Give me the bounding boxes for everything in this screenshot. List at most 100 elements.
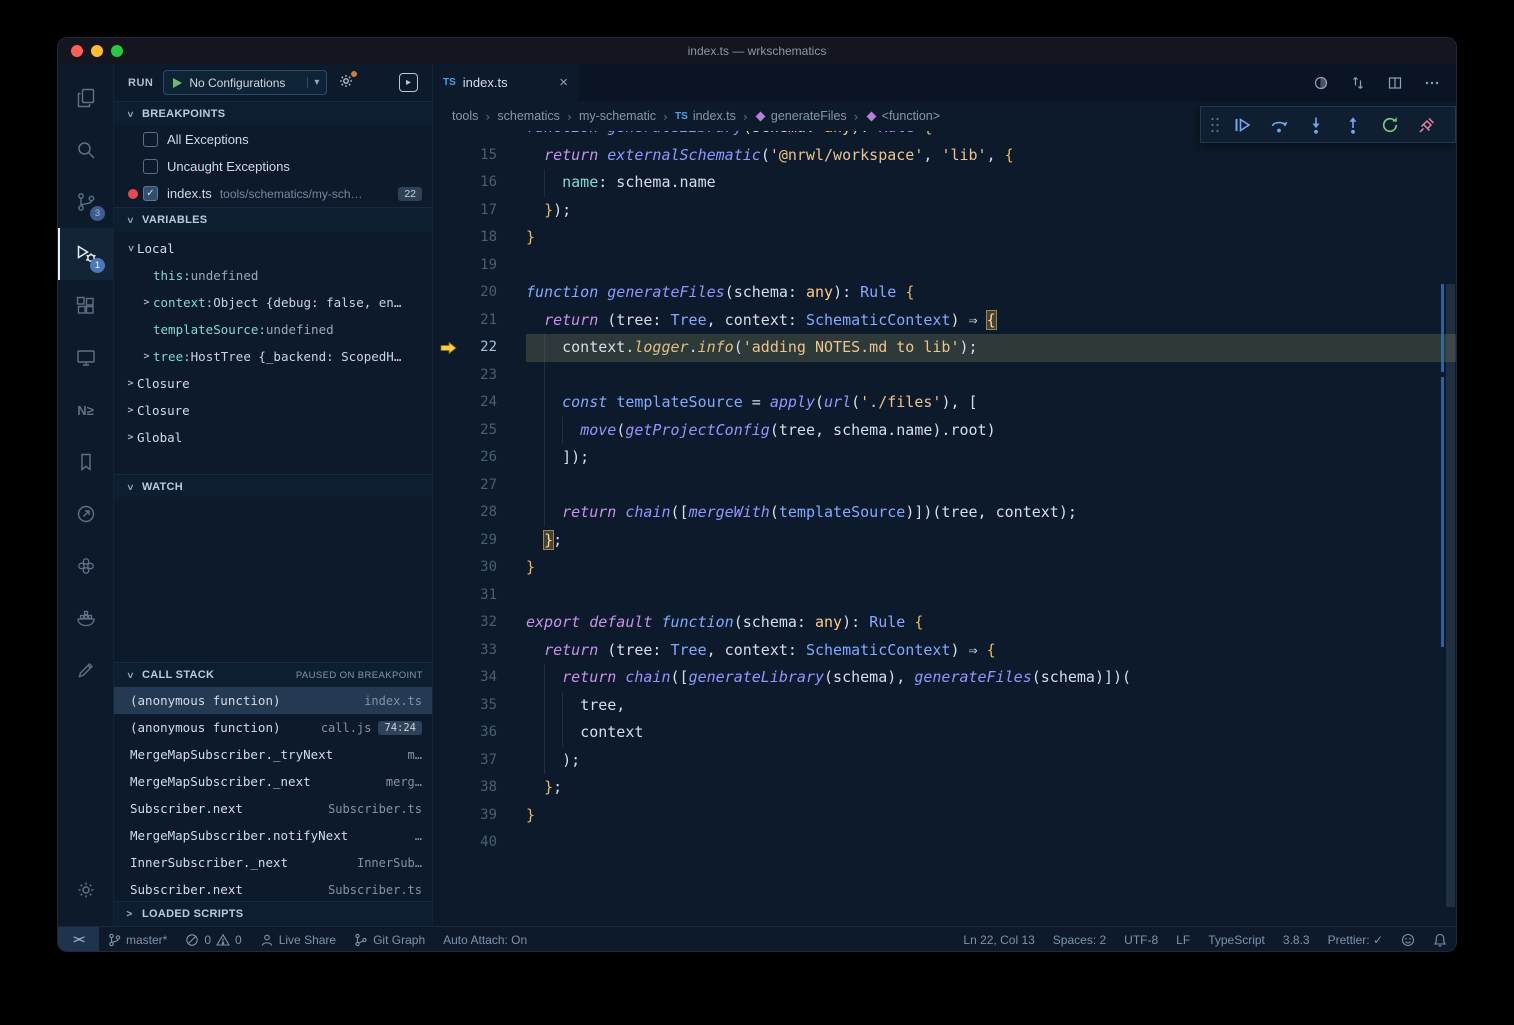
eol-item[interactable]: LF [1167, 927, 1199, 952]
variable-row[interactable]: >templateSource: undefined [114, 316, 432, 343]
debug-console-icon[interactable]: ▸ [399, 73, 418, 92]
call-stack-frame[interactable]: Subscriber.nextSubscriber.ts [114, 876, 432, 903]
problems-item[interactable]: 0 0 [176, 927, 250, 952]
breadcrumb-item[interactable]: schematics [497, 109, 560, 123]
variable-row[interactable]: >tree: HostTree {_backend: ScopedH… [114, 343, 432, 370]
scrollbar-slider[interactable] [1446, 284, 1455, 907]
activity-source-control[interactable]: 3 [58, 176, 113, 228]
code-line[interactable]: 35 tree, [433, 692, 1456, 720]
variable-row[interactable]: >Closure [114, 397, 432, 424]
open-changes-icon[interactable] [1313, 75, 1329, 91]
drag-handle-icon[interactable] [1207, 115, 1223, 135]
language-mode-item[interactable]: TypeScript [1199, 927, 1274, 952]
activity-snippets[interactable] [58, 644, 113, 696]
continue-button[interactable] [1223, 110, 1260, 140]
code-line[interactable]: 38 }; [433, 774, 1456, 802]
ts-version-item[interactable]: 3.8.3 [1274, 927, 1319, 952]
breakpoint-checkbox[interactable] [143, 132, 158, 147]
feedback-item[interactable] [1392, 927, 1424, 952]
call-stack-frame[interactable]: InnerSubscriber._nextInnerSub… [114, 849, 432, 876]
notifications-item[interactable] [1424, 927, 1456, 952]
activity-search[interactable] [58, 124, 113, 176]
activity-settings[interactable] [58, 864, 113, 916]
remote-indicator[interactable]: >< [58, 927, 99, 952]
code-editor[interactable]: 14function generateLibrary(schema: any):… [433, 131, 1456, 926]
variable-row[interactable]: >context: Object {debug: false, en… [114, 289, 432, 316]
more-actions-icon[interactable] [1424, 75, 1440, 91]
code-line[interactable]: 37 ); [433, 747, 1456, 775]
title-bar[interactable]: index.ts — wrkschematics [58, 38, 1456, 64]
breakpoint-item[interactable]: Uncaught Exceptions [114, 153, 432, 180]
code-line[interactable]: 31 [433, 582, 1456, 610]
code-line[interactable]: 20function generateFiles(schema: any): R… [433, 279, 1456, 307]
variable-row[interactable]: >Global [114, 424, 432, 451]
breakpoint-item[interactable]: All Exceptions [114, 126, 432, 153]
step-over-button[interactable] [1260, 110, 1297, 140]
split-editor-icon[interactable] [1387, 75, 1403, 91]
call-stack-frame[interactable]: MergeMapSubscriber.notifyNext… [114, 822, 432, 849]
live-share-item[interactable]: Live Share [251, 927, 345, 952]
code-line[interactable]: 16 name: schema.name [433, 169, 1456, 197]
activity-run-debug[interactable]: 1 [58, 228, 113, 280]
code-line[interactable]: 27 [433, 472, 1456, 500]
breakpoint-item[interactable]: ✓index.tstools/schematics/my-sch…22 [114, 180, 432, 207]
code-line[interactable]: 39} [433, 802, 1456, 830]
activity-circle-arrow[interactable] [58, 488, 113, 540]
breadcrumb-item[interactable]: my-schematic [579, 109, 656, 123]
activity-bookmarks[interactable] [58, 436, 113, 488]
code-line[interactable]: 29 }; [433, 527, 1456, 555]
branch-item[interactable]: master* [99, 927, 176, 952]
code-line[interactable]: 25 move(getProjectConfig(tree, schema.na… [433, 417, 1456, 445]
call-stack-frame[interactable]: MergeMapSubscriber._tryNextm… [114, 741, 432, 768]
call-stack-frame[interactable]: Subscriber.nextSubscriber.ts [114, 795, 432, 822]
code-line[interactable]: 23 [433, 362, 1456, 390]
breakpoint-checkbox[interactable]: ✓ [143, 186, 158, 201]
variable-row[interactable]: >Local [114, 235, 432, 262]
activity-extensions[interactable] [58, 280, 113, 332]
step-into-button[interactable] [1297, 110, 1334, 140]
breadcrumb-item-symbol[interactable]: generateFiles [755, 109, 847, 123]
activity-nx-console[interactable]: N≥ [58, 384, 113, 436]
code-line[interactable]: 30} [433, 554, 1456, 582]
activity-flower[interactable] [58, 540, 113, 592]
code-line[interactable]: 22 context.logger.info('adding NOTES.md … [433, 334, 1456, 362]
call-stack-frame[interactable]: (anonymous function)call.js74:24 [114, 714, 432, 741]
zoom-window-button[interactable] [111, 45, 123, 57]
code-line[interactable]: 34 return chain([generateLibrary(schema)… [433, 664, 1456, 692]
code-line[interactable]: 15 return externalSchematic('@nrwl/works… [433, 142, 1456, 170]
auto-attach-item[interactable]: Auto Attach: On [434, 927, 536, 952]
breadcrumb-item-file[interactable]: TS index.ts [675, 109, 736, 123]
breadcrumb-item[interactable]: tools [452, 109, 478, 123]
restart-button[interactable] [1371, 110, 1408, 140]
call-stack-frame[interactable]: (anonymous function)index.ts [114, 687, 432, 714]
breadcrumb-item-symbol[interactable]: <function> [866, 109, 940, 123]
breakpoint-checkbox[interactable] [143, 159, 158, 174]
code-line[interactable]: 24 const templateSource = apply(url('./f… [433, 389, 1456, 417]
close-tab-icon[interactable]: × [559, 74, 568, 91]
close-window-button[interactable] [71, 45, 83, 57]
code-line[interactable]: 32export default function(schema: any): … [433, 609, 1456, 637]
code-line[interactable]: 18} [433, 224, 1456, 252]
code-line[interactable]: 26 ]); [433, 444, 1456, 472]
breakpoints-header[interactable]: > BREAKPOINTS [114, 101, 432, 126]
variables-header[interactable]: > VARIABLES [114, 207, 432, 232]
code-line[interactable]: 19 [433, 252, 1456, 280]
step-out-button[interactable] [1334, 110, 1371, 140]
watch-header[interactable]: > WATCH [114, 474, 432, 499]
code-line[interactable]: 28 return chain([mergeWith(templateSourc… [433, 499, 1456, 527]
code-line[interactable]: 40 [433, 829, 1456, 857]
code-line[interactable]: 33 return (tree: Tree, context: Schemati… [433, 637, 1456, 665]
tab-index-ts[interactable]: TS index.ts × [433, 64, 579, 101]
variable-row[interactable]: >Closure [114, 370, 432, 397]
encoding-item[interactable]: UTF-8 [1115, 927, 1167, 952]
code-line[interactable]: 21 return (tree: Tree, context: Schemati… [433, 307, 1456, 335]
activity-docker[interactable] [58, 592, 113, 644]
activity-remote-explorer[interactable] [58, 332, 113, 384]
code-line[interactable]: 36 context [433, 719, 1456, 747]
call-stack-frame[interactable]: MergeMapSubscriber._nextmerg… [114, 768, 432, 795]
variable-row[interactable]: >this: undefined [114, 262, 432, 289]
git-graph-item[interactable]: Git Graph [345, 927, 434, 952]
configure-gear-button[interactable] [337, 72, 355, 93]
indentation-item[interactable]: Spaces: 2 [1044, 927, 1115, 952]
cursor-position-item[interactable]: Ln 22, Col 13 [954, 927, 1043, 952]
